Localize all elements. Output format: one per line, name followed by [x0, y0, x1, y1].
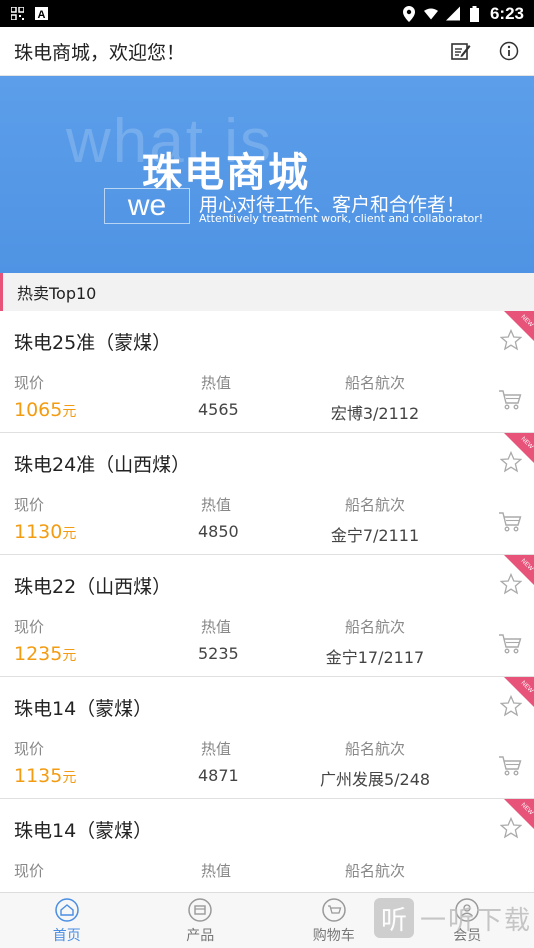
section-header: 热卖Top10 — [0, 273, 534, 311]
hot-label: 热值 — [201, 740, 232, 758]
ship-label: 船名航次 — [345, 496, 406, 514]
location-icon — [402, 5, 416, 22]
product-ship: 金宁7/2111 — [330, 526, 420, 545]
price-label: 现价 — [14, 862, 45, 880]
product-price: 1135元 — [14, 765, 77, 787]
price-label: 现价 — [14, 740, 45, 758]
hot-label: 热值 — [201, 374, 232, 392]
nav-products[interactable]: 产品 — [134, 893, 268, 948]
product-name: 珠电25准（蒙煤） — [14, 332, 172, 354]
product-card[interactable]: NEW 珠电25准（蒙煤） 现价 热值 船名航次 1065元 4565 宏博3/… — [0, 311, 534, 433]
hot-label: 热值 — [201, 618, 232, 636]
nav-label: 首页 — [52, 927, 81, 944]
watermark-logo: 听 — [374, 898, 414, 938]
page-title: 珠电商城，欢迎您！ — [14, 41, 186, 64]
info-icon[interactable] — [498, 40, 520, 62]
price-label: 现价 — [14, 618, 45, 636]
product-card[interactable]: NEW 珠电22（山西煤） 现价 热值 船名航次 1235元 5235 金宁17… — [0, 555, 534, 677]
add-to-cart-icon[interactable] — [498, 633, 522, 655]
product-icon — [188, 897, 212, 922]
promo-banner[interactable]: what is 珠电商城 we 用心对待工作、客户和合作者！ Attentive… — [0, 76, 534, 273]
product-ship: 金宁17/2117 — [325, 648, 425, 667]
hot-label: 热值 — [201, 862, 232, 880]
product-ship: 宏博3/2112 — [330, 404, 420, 423]
ship-label: 船名航次 — [345, 740, 406, 758]
section-title: 热卖Top10 — [17, 284, 97, 303]
product-price: 1065元 — [14, 399, 77, 421]
price-label: 现价 — [14, 374, 45, 392]
product-list: NEW 珠电25准（蒙煤） 现价 热值 船名航次 1065元 4565 宏博3/… — [0, 311, 534, 921]
favorite-star-icon[interactable] — [500, 695, 522, 717]
hot-label: 热值 — [201, 496, 232, 514]
product-price: 1130元 — [14, 521, 77, 543]
product-ship: 广州发展5/248 — [319, 770, 431, 789]
banner-subtitle-en: Attentively treatment work, client and c… — [199, 212, 484, 225]
add-to-cart-icon[interactable] — [498, 389, 522, 411]
edit-icon[interactable] — [450, 40, 472, 62]
favorite-star-icon[interactable] — [500, 817, 522, 839]
product-hot-value: 4850 — [198, 522, 239, 541]
watermark-text: 一听下载 — [420, 905, 533, 936]
app-header: 珠电商城，欢迎您！ — [0, 27, 534, 76]
favorite-star-icon[interactable] — [500, 451, 522, 473]
product-name: 珠电14（蒙煤） — [14, 820, 153, 842]
product-hot-value: 4565 — [198, 400, 239, 419]
product-price: 1235元 — [14, 643, 77, 665]
product-hot-value: 5235 — [198, 644, 239, 663]
watermark: 听 一听下载 — [374, 898, 532, 938]
nav-home[interactable]: 首页 — [0, 893, 134, 948]
signal-icon — [445, 6, 460, 21]
ship-label: 船名航次 — [345, 862, 406, 880]
status-bar: A 6:23 — [0, 0, 534, 27]
ship-label: 船名航次 — [345, 374, 406, 392]
battery-icon — [468, 5, 482, 22]
product-name: 珠电22（山西煤） — [14, 576, 172, 598]
cart-icon — [322, 897, 346, 922]
price-label: 现价 — [14, 496, 45, 514]
product-hot-value: 4871 — [198, 766, 239, 785]
qr-icon — [10, 7, 24, 21]
nav-label: 购物车 — [312, 927, 355, 944]
product-name: 珠电24准（山西煤） — [14, 454, 191, 476]
ship-label: 船名航次 — [345, 618, 406, 636]
banner-we-box: we — [104, 188, 190, 224]
favorite-star-icon[interactable] — [500, 329, 522, 351]
status-time: 6:23 — [489, 3, 524, 23]
home-icon — [55, 897, 79, 922]
add-to-cart-icon[interactable] — [498, 755, 522, 777]
product-name: 珠电14（蒙煤） — [14, 698, 153, 720]
product-card[interactable]: NEW 珠电14（蒙煤） 现价 热值 船名航次 1135元 4871 广州发展5… — [0, 677, 534, 799]
favorite-star-icon[interactable] — [500, 573, 522, 595]
nav-label: 产品 — [186, 927, 215, 944]
add-to-cart-icon[interactable] — [498, 511, 522, 533]
svg-text:A: A — [37, 9, 45, 20]
wifi-icon — [423, 7, 438, 21]
product-card[interactable]: NEW 珠电24准（山西煤） 现价 热值 船名航次 1130元 4850 金宁7… — [0, 433, 534, 555]
a-letter-icon: A — [34, 7, 48, 21]
